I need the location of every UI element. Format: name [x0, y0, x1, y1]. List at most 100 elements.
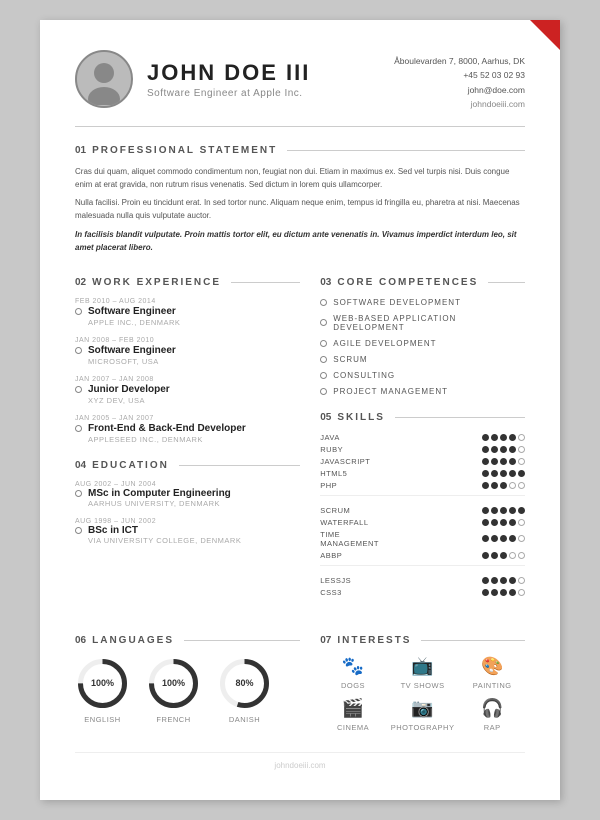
dot-filled: [500, 535, 507, 542]
interest-item: 📷 PHOTOGRAPHY: [390, 698, 456, 732]
job-subtitle: Software Engineer at Apple Inc.: [147, 88, 310, 99]
dot-empty: [518, 552, 525, 559]
dot-filled: [509, 589, 516, 596]
website: johndoeiii.com: [394, 97, 525, 111]
skill-dots: [482, 446, 525, 453]
skill-name: JAVA: [320, 433, 400, 442]
job-date-0: FEB 2010 – AUG 2014: [75, 298, 300, 305]
dot-filled: [482, 507, 489, 514]
interest-item: 🎨 PAINTING: [459, 656, 525, 690]
lang-ring: 80%: [217, 656, 272, 711]
job-title-0: Software Engineer: [88, 306, 176, 317]
dot-filled: [491, 519, 498, 526]
dot-filled: [482, 458, 489, 465]
comp-circle: [320, 319, 327, 326]
job-date-3: JAN 2005 – JAN 2007: [75, 415, 300, 422]
work-experience-section: 02 WORK EXPERIENCE FEB 2010 – AUG 2014 S…: [75, 277, 300, 444]
skill-row: LESSJS: [320, 576, 525, 585]
ps-para-2: Nulla facilisi. Proin eu tincidunt erat.…: [75, 197, 525, 223]
skill-name: SCRUM: [320, 506, 400, 515]
dot-filled: [509, 577, 516, 584]
dot-filled: [482, 589, 489, 596]
skill-dots: [482, 482, 525, 489]
left-column: 02 WORK EXPERIENCE FEB 2010 – AUG 2014 S…: [75, 261, 300, 607]
skill-divider: [320, 495, 525, 496]
competence-list: SOFTWARE DEVELOPMENTWEB-BASED APPLICATIO…: [320, 298, 525, 396]
comp-label: SCRUM: [333, 355, 367, 364]
skill-row: HTML5: [320, 469, 525, 478]
skill-name: RUBY: [320, 445, 400, 454]
comp-circle: [320, 340, 327, 347]
comp-label: PROJECT MANAGEMENT: [333, 387, 448, 396]
dot-filled: [500, 434, 507, 441]
job-company-3: APPLESEED INC., DENMARK: [88, 435, 300, 444]
interest-label: PHOTOGRAPHY: [391, 723, 455, 732]
ps-para-1: Cras dui quam, aliquet commodo condiment…: [75, 166, 525, 192]
dot-filled: [500, 482, 507, 489]
section-divider-cc: [488, 282, 525, 283]
interest-icon: 🎨: [481, 656, 503, 677]
header-left: JOHN DOE III Software Engineer at Apple …: [75, 50, 310, 108]
dot-filled: [482, 519, 489, 526]
edu-title-row-1: BSc in ICT: [75, 525, 300, 536]
section-label-we: WORK EXPERIENCE: [92, 277, 221, 288]
interest-label: TV SHOWS: [401, 681, 445, 690]
dot-filled: [491, 434, 498, 441]
lang-circle-wrap: 100% ENGLISH: [75, 656, 130, 724]
section-num-sk: 05: [320, 412, 331, 423]
skill-name: JAVASCRIPT: [320, 457, 400, 466]
job-2: JAN 2007 – JAN 2008 Junior Developer XYZ…: [75, 376, 300, 405]
interest-label: CINEMA: [337, 723, 369, 732]
language-circles: 100% ENGLISH 100% FRENCH 80% DANISH: [75, 656, 300, 724]
skill-group: JAVA RUBY JAVASCRIPT HTML5 PHP: [320, 433, 525, 496]
skill-divider: [320, 565, 525, 566]
dot-filled: [509, 434, 516, 441]
dot-filled: [500, 552, 507, 559]
skill-name: CSS3: [320, 588, 400, 597]
dot-filled: [482, 470, 489, 477]
dot-filled: [500, 577, 507, 584]
interest-item: 🎧 RAP: [459, 698, 525, 732]
section-title-ps: 01 PROFESSIONAL STATEMENT: [75, 145, 525, 156]
competence-item: SCRUM: [320, 355, 525, 364]
skill-row: PHP: [320, 481, 525, 490]
languages-section: 06 LANGUAGES 100% ENGLISH 100%: [75, 619, 300, 732]
competence-item: SOFTWARE DEVELOPMENT: [320, 298, 525, 307]
job-company-2: XYZ DEV, USA: [88, 396, 300, 405]
dot-filled: [518, 507, 525, 514]
job-title-row-1: Software Engineer: [75, 345, 300, 356]
skill-row: ABBP: [320, 551, 525, 560]
dot-filled: [500, 446, 507, 453]
interest-label: RAP: [484, 723, 501, 732]
section-title-cc: 03 CORE COMPETENCES: [320, 277, 525, 288]
edu-school-0: AARHUS UNIVERSITY, DENMARK: [88, 499, 300, 508]
dot-filled: [500, 589, 507, 596]
dot-empty: [509, 552, 516, 559]
competence-item: PROJECT MANAGEMENT: [320, 387, 525, 396]
footer: johndoeiii.com: [75, 752, 525, 770]
skill-name: TIME MANAGEMENT: [320, 530, 400, 548]
section-divider-we: [231, 282, 300, 283]
interest-item: 📺 TV SHOWS: [390, 656, 456, 690]
edu-date-0: AUG 2002 – JUN 2004: [75, 481, 300, 488]
skill-name: PHP: [320, 481, 400, 490]
section-num-cc: 03: [320, 277, 331, 288]
dot-filled: [491, 589, 498, 596]
dot-filled: [509, 519, 516, 526]
edu-1: AUG 1998 – JUN 2002 BSc in ICT VIA UNIVE…: [75, 518, 300, 545]
name-block: JOHN DOE III Software Engineer at Apple …: [147, 60, 310, 99]
skill-row: JAVASCRIPT: [320, 457, 525, 466]
dot-filled: [509, 458, 516, 465]
dot-filled: [482, 446, 489, 453]
section-title-sk: 05 SKILLS: [320, 412, 525, 423]
skill-dots: [482, 535, 525, 542]
dot-filled: [482, 535, 489, 542]
dot-filled: [509, 446, 516, 453]
interest-label: DOGS: [341, 681, 365, 690]
lang-pct: 100%: [91, 678, 114, 688]
skill-group: LESSJS CSS3: [320, 576, 525, 597]
job-date-2: JAN 2007 – JAN 2008: [75, 376, 300, 383]
dot-filled: [491, 552, 498, 559]
dot-filled: [500, 458, 507, 465]
section-num-lang: 06: [75, 635, 86, 646]
